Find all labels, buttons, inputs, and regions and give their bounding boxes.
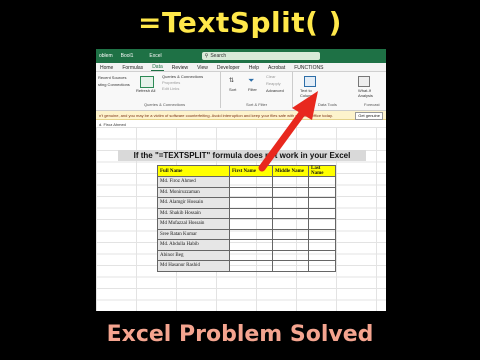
video-footer: Excel Problem Solved	[106, 322, 374, 347]
red-pointer-arrow-icon	[258, 91, 318, 172]
